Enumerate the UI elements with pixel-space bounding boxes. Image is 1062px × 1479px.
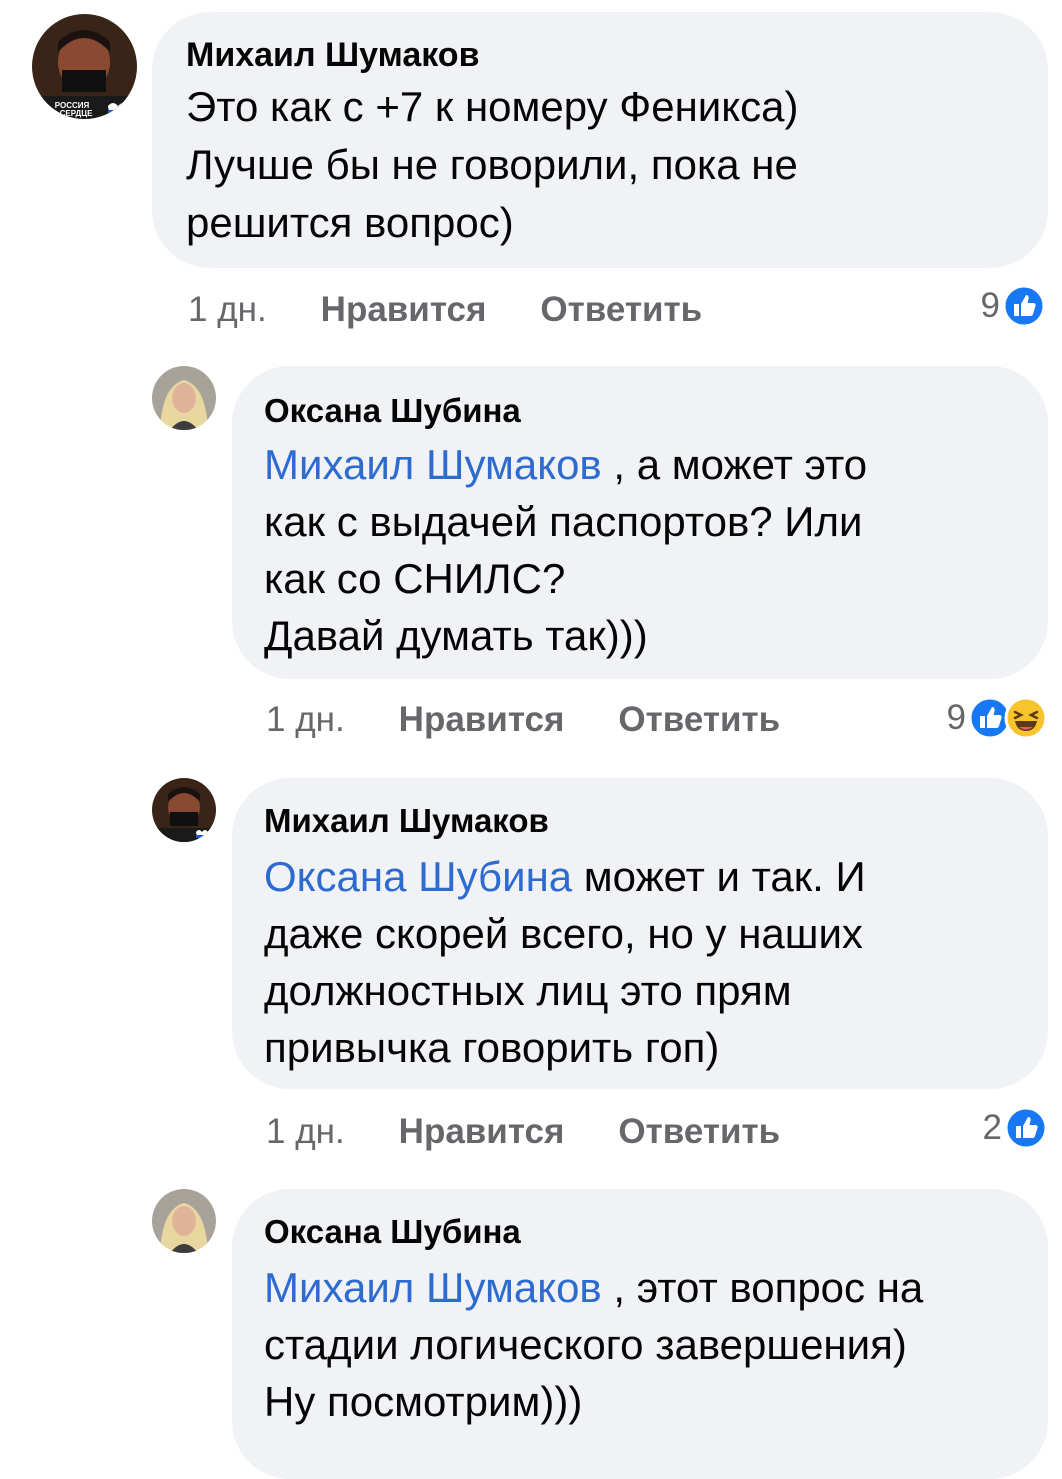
reactions-summary[interactable]: 9 [981,284,1046,328]
comment-time[interactable]: 1 дн. [188,290,267,330]
comment-bubble: Михаил Шумаков Это как с +7 к номеру Фен… [152,12,1048,268]
comment-author[interactable]: Оксана Шубина [264,392,521,430]
profile-photo-icon: РОССИЯ В СЕРДЦЕ [32,14,137,119]
profile-photo-icon [152,1189,216,1253]
comment-author[interactable]: Михаил Шумаков [264,802,549,840]
like-button[interactable]: Нравится [321,290,487,330]
reactions-count: 9 [946,698,966,737]
comment-actions: 1 дн. Нравится Ответить [266,700,780,740]
svg-text:В СЕРДЦЕ: В СЕРДЦЕ [52,109,93,118]
avatar[interactable]: РОССИЯ В СЕРДЦЕ [32,14,137,119]
reactions-count: 2 [982,1108,1002,1147]
profile-photo-icon [152,366,216,430]
haha-icon [1004,696,1048,740]
reply-button[interactable]: Ответить [618,1112,780,1152]
comment-time[interactable]: 1 дн. [266,1112,345,1152]
comment-time[interactable]: 1 дн. [266,700,345,740]
avatar[interactable] [152,366,216,430]
avatar[interactable] [152,778,216,842]
comment-text: Михаил Шумаков , а может это как с выдач… [264,441,868,659]
profile-photo-icon [152,778,216,842]
comment-text: Это как с +7 к номеру Феникса) Лучше бы … [186,83,799,246]
comment-text: Михаил Шумаков , этот вопрос на стадии л… [264,1264,924,1425]
like-button[interactable]: Нравится [399,1112,565,1152]
comment-actions: 1 дн. Нравится Ответить [266,1112,780,1152]
reactions-count: 9 [980,286,1000,325]
mention-link[interactable]: Михаил Шумаков [264,1264,602,1311]
reply-button[interactable]: Ответить [540,290,702,330]
like-button[interactable]: Нравится [399,700,565,740]
comment-bubble: Оксана Шубина Михаил Шумаков , этот вопр… [232,1189,1048,1479]
like-icon [1004,1106,1048,1150]
comment-author[interactable]: Михаил Шумаков [186,36,479,75]
mention-link[interactable]: Михаил Шумаков [264,441,602,488]
comment-actions: 1 дн. Нравится Ответить [188,290,702,330]
comment-text: Оксана Шубина может и так. И даже скорей… [264,853,866,1071]
mention-link[interactable]: Оксана Шубина [264,853,572,900]
reply-button[interactable]: Ответить [618,700,780,740]
avatar[interactable] [152,1189,216,1253]
like-icon [1002,284,1046,328]
comment-bubble: Михаил Шумаков Оксана Шубина может и так… [232,778,1048,1089]
comment-bubble: Оксана Шубина Михаил Шумаков , а может э… [232,366,1048,679]
comment-author[interactable]: Оксана Шубина [264,1213,521,1251]
reactions-summary[interactable]: 9 [947,696,1048,740]
reactions-summary[interactable]: 2 [983,1106,1048,1150]
